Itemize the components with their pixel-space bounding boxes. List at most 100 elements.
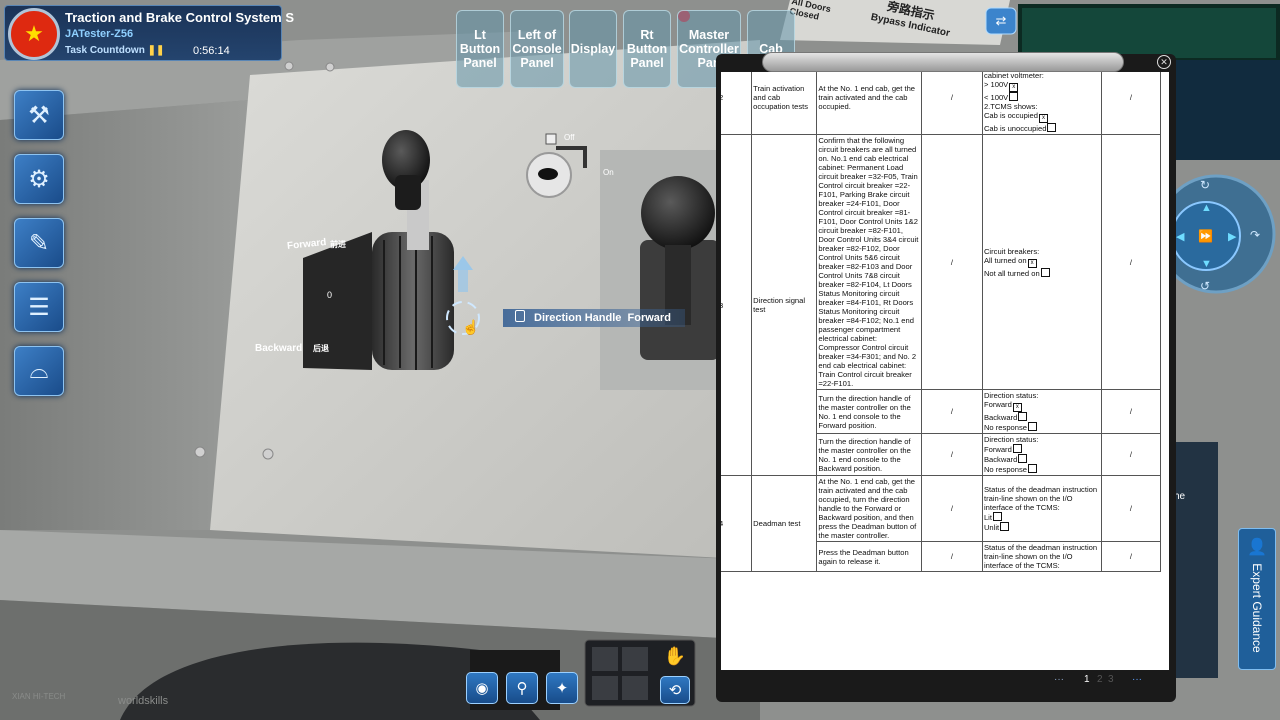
result-text: Forward: [983, 445, 1012, 454]
checklist-icon[interactable]: ☰: [14, 282, 64, 332]
result-line: Unlit: [984, 522, 1100, 532]
view-rt-button-panel[interactable]: Rt Button Panel: [623, 10, 671, 88]
result-text: Cab is occupied: [983, 111, 1038, 120]
tooltip-name: Direction Handle: [534, 312, 622, 324]
notes-icon[interactable]: ✎: [14, 218, 64, 268]
checkbox[interactable]: [1018, 412, 1028, 421]
hourglass-icon: ❚❚: [147, 45, 165, 56]
expert-guidance-label: Expert Guidance: [1250, 563, 1264, 653]
result-line: Direction status:: [984, 391, 1100, 400]
direction-handle-control[interactable]: [372, 130, 454, 370]
tools-icon[interactable]: ⚒: [14, 90, 64, 140]
result-cell: Status of the deadman instruction train-…: [981, 541, 1102, 572]
rotate-down-icon[interactable]: ↺: [1200, 279, 1210, 293]
on-label: On: [603, 168, 614, 177]
row-number: 4: [721, 475, 753, 572]
standard-cell: /: [920, 475, 983, 542]
bypass-toggle-icon[interactable]: ⇄: [986, 8, 1016, 34]
result-line: Forward: [984, 444, 1100, 454]
watermark-xian: XIAN HI-TECH: [12, 692, 66, 701]
result-text: Unlit: [983, 523, 1000, 532]
result-line: 1.The reading of the cab electrical cabi…: [984, 72, 1100, 80]
china-flag-icon: ★: [8, 8, 60, 60]
result-cell: Status of the deadman instruction train-…: [981, 475, 1102, 542]
step-description: Press the Deadman button again to releas…: [816, 541, 922, 572]
rotate-right-icon[interactable]: ↷: [1250, 228, 1260, 242]
result-text: Cab is unoccupied: [983, 124, 1047, 133]
step-description: At the No. 1 end cab, get the train acti…: [816, 72, 922, 135]
flashlight-icon[interactable]: ✦: [546, 672, 578, 704]
close-icon[interactable]: ✕: [1157, 55, 1171, 69]
inspection-icon[interactable]: ⚙: [14, 154, 64, 204]
next-page-button[interactable]: ···: [1132, 674, 1142, 685]
test-item: Deadman test: [751, 475, 818, 572]
fast-forward-icon[interactable]: ⏩: [1198, 229, 1213, 243]
result-text: 2.TCMS shows:: [983, 102, 1038, 111]
standard-cell: /: [920, 389, 983, 434]
page-1-button[interactable]: 1: [1084, 674, 1090, 685]
checkbox[interactable]: [1000, 522, 1010, 531]
document-page[interactable]: 2 Train activation and cab occupation tes…: [721, 72, 1169, 670]
remark-cell: /: [1100, 541, 1162, 572]
checkbox[interactable]: [992, 512, 1002, 521]
remark-cell: /: [1100, 72, 1162, 135]
move-down-icon[interactable]: ▼: [1201, 258, 1212, 270]
result-text: Direction status:: [983, 435, 1039, 444]
checkbox[interactable]: x: [1012, 403, 1022, 412]
checkbox[interactable]: [1028, 422, 1038, 431]
remark-cell: /: [1100, 134, 1162, 390]
view-display[interactable]: Display: [569, 10, 617, 88]
countdown-time: 0:56:14: [193, 45, 230, 57]
result-line: < 100V: [984, 92, 1100, 102]
remark-cell: /: [1100, 433, 1162, 476]
checkbox[interactable]: [1012, 444, 1022, 453]
result-text: < 100V: [983, 93, 1009, 102]
row-number: 3: [721, 134, 753, 476]
prev-page-button[interactable]: ···: [1054, 674, 1064, 685]
standard-cell: /: [920, 541, 983, 572]
result-text: Lit: [983, 513, 992, 522]
checkbox[interactable]: [1047, 123, 1057, 132]
expert-guidance-button[interactable]: 👤 Expert Guidance: [1238, 528, 1276, 670]
backward-cn-label: 后退: [313, 344, 329, 353]
page-2-button[interactable]: 2: [1097, 674, 1103, 685]
checkbox[interactable]: x: [1009, 83, 1019, 92]
move-right-icon[interactable]: ▶: [1228, 230, 1236, 243]
checkbox[interactable]: [1009, 92, 1019, 101]
result-text: No response: [983, 465, 1028, 474]
view-lt-button-panel[interactable]: Lt Button Panel: [456, 10, 504, 88]
page-3-button[interactable]: 3: [1108, 674, 1114, 685]
checkbox[interactable]: [1028, 464, 1038, 473]
result-line: > 100V x: [984, 80, 1100, 92]
hand-rotate-icon[interactable]: ⟲: [660, 676, 690, 704]
rotate-up-icon[interactable]: ↻: [1200, 178, 1210, 192]
move-up-icon[interactable]: ▲: [1201, 202, 1212, 214]
step-description: Confirm that the following circuit break…: [816, 134, 922, 390]
glasses-icon[interactable]: ⌓: [14, 346, 64, 396]
checkbox[interactable]: [1018, 454, 1028, 463]
info-icon: [515, 310, 525, 322]
row-number: 2: [721, 72, 753, 135]
view-left-of-console-panel[interactable]: Left of Console Panel: [510, 10, 564, 88]
direction-handle-tooltip: Direction Handle Forward: [503, 309, 685, 327]
magnifier-icon[interactable]: ⚲: [506, 672, 538, 704]
result-text: > 100V: [983, 80, 1009, 89]
move-left-icon[interactable]: ◀: [1176, 230, 1184, 243]
result-line: Status of the deadman instruction train-…: [984, 543, 1100, 570]
user-name: JATester-Z56: [65, 28, 134, 40]
test-table: 2 Train activation and cab occupation tes…: [721, 72, 1162, 572]
result-text: No response: [983, 423, 1028, 432]
result-line: 2.TCMS shows:: [984, 102, 1100, 111]
checkbox[interactable]: x: [1039, 114, 1048, 123]
document-clip: [762, 52, 1124, 72]
hand-grab-icon[interactable]: ✋: [660, 646, 690, 670]
test-item: Direction signal test: [751, 134, 818, 476]
result-text: Status of the deadman instruction train-…: [983, 543, 1098, 570]
hand-cursor-icon: ☝: [462, 319, 480, 335]
camera-icon[interactable]: ◉: [466, 672, 498, 704]
result-text: Forward: [983, 400, 1012, 409]
result-text: Not all turned on: [983, 268, 1040, 278]
checkbox[interactable]: [1040, 267, 1050, 277]
checkbox[interactable]: x: [1027, 258, 1037, 268]
remark-cell: /: [1100, 389, 1162, 434]
